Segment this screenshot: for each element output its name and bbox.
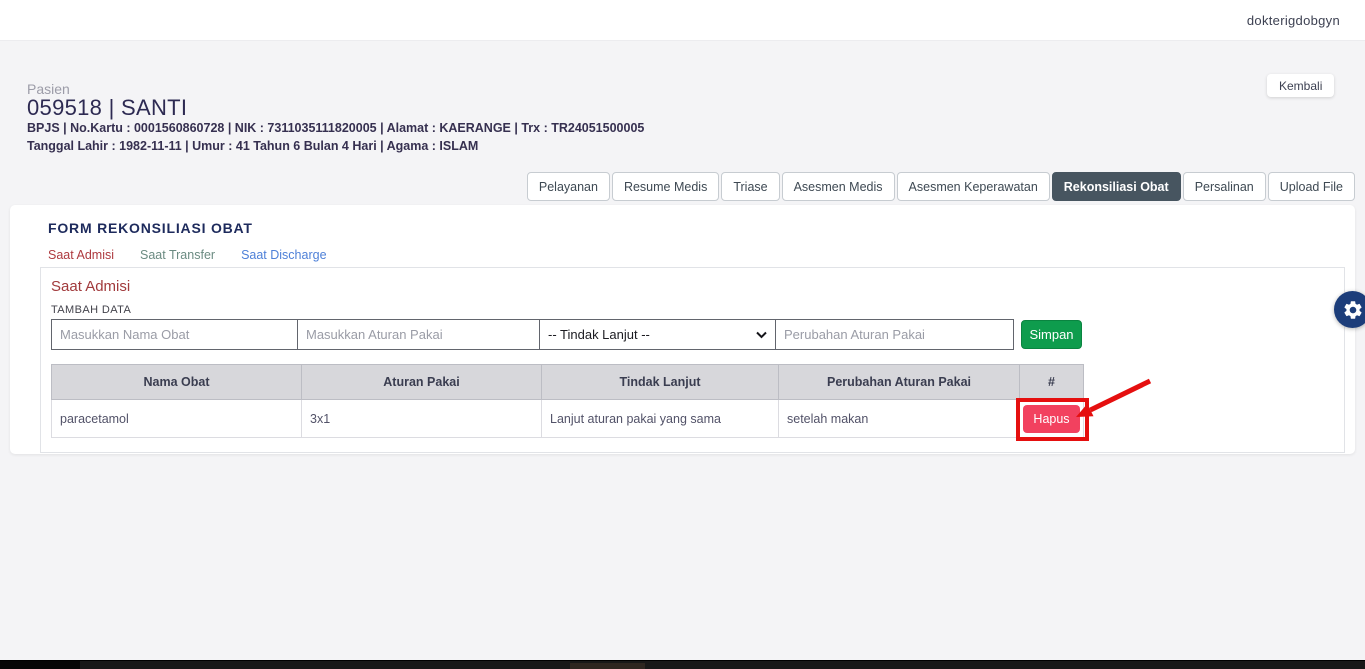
tab-asesmen-keperawatan[interactable]: Asesmen Keperawatan (897, 172, 1050, 201)
tab-resume-medis[interactable]: Resume Medis (612, 172, 719, 201)
tindak-lanjut-select-wrap: -- Tindak Lanjut -- (539, 319, 776, 350)
back-button[interactable]: Kembali (1267, 74, 1334, 97)
top-navbar (0, 0, 1365, 41)
table-row: paracetamol 3x1 Lanjut aturan pakai yang… (52, 400, 1084, 438)
gear-icon (1342, 299, 1364, 321)
obat-table: Nama Obat Aturan Pakai Tindak Lanjut Per… (51, 364, 1084, 438)
cell-action: Hapus (1020, 400, 1084, 438)
tambah-data-label: TAMBAH DATA (51, 304, 131, 316)
subtab-saat-admisi[interactable]: Saat Admisi (48, 248, 114, 262)
form-title: FORM REKONSILIASI OBAT (48, 220, 253, 236)
col-header-aturan-pakai: Aturan Pakai (302, 365, 542, 400)
tindak-lanjut-select[interactable]: -- Tindak Lanjut -- (539, 319, 776, 350)
subtab-saat-transfer[interactable]: Saat Transfer (140, 248, 215, 262)
tab-pelayanan[interactable]: Pelayanan (527, 172, 610, 201)
bottom-taskbar-edge (0, 660, 1365, 669)
perubahan-aturan-pakai-input[interactable] (775, 319, 1014, 350)
cell-tindak-lanjut: Lanjut aturan pakai yang sama (542, 400, 779, 438)
col-header-nama-obat: Nama Obat (52, 365, 302, 400)
col-header-action: # (1020, 365, 1084, 400)
rekonsiliasi-subtabs: Saat Admisi Saat Transfer Saat Discharge (48, 248, 327, 262)
subtab-saat-discharge[interactable]: Saat Discharge (241, 248, 326, 262)
hapus-button[interactable]: Hapus (1023, 405, 1080, 433)
aturan-pakai-input[interactable] (297, 319, 540, 350)
col-header-perubahan: Perubahan Aturan Pakai (779, 365, 1020, 400)
logged-in-username[interactable]: dokterigdobgyn (1247, 13, 1340, 28)
tambah-data-input-row: -- Tindak Lanjut -- (51, 319, 1014, 350)
cell-aturan-pakai: 3x1 (302, 400, 542, 438)
tab-upload-file[interactable]: Upload File (1268, 172, 1355, 201)
patient-id-name: 059518 | SANTI (27, 95, 187, 121)
taskbar-segment-center (570, 663, 645, 669)
rekonsiliasi-obat-card: FORM REKONSILIASI OBAT Saat Admisi Saat … (10, 205, 1355, 454)
tab-asesmen-medis[interactable]: Asesmen Medis (782, 172, 895, 201)
tab-persalinan[interactable]: Persalinan (1183, 172, 1266, 201)
cell-perubahan: setelah makan (779, 400, 1020, 438)
table-header-row: Nama Obat Aturan Pakai Tindak Lanjut Per… (52, 365, 1084, 400)
col-header-tindak-lanjut: Tindak Lanjut (542, 365, 779, 400)
app: dokterigdobgyn Pasien 059518 | SANTI BPJ… (0, 0, 1365, 669)
main-tabs: Pelayanan Resume Medis Triase Asesmen Me… (527, 172, 1355, 201)
tab-triase[interactable]: Triase (721, 172, 779, 201)
simpan-button[interactable]: Simpan (1021, 320, 1082, 349)
taskbar-segment-left (0, 661, 80, 669)
patient-info-line2: Tanggal Lahir : 1982-11-11 | Umur : 41 T… (27, 139, 478, 153)
nama-obat-input[interactable] (51, 319, 298, 350)
patient-info-line1: BPJS | No.Kartu : 0001560860728 | NIK : … (27, 121, 644, 135)
settings-button[interactable] (1334, 291, 1365, 328)
saat-admisi-panel: Saat Admisi TAMBAH DATA -- Tindak Lanjut… (40, 267, 1345, 453)
tab-rekonsiliasi-obat[interactable]: Rekonsiliasi Obat (1052, 172, 1181, 201)
section-title: Saat Admisi (51, 278, 130, 295)
cell-nama-obat: paracetamol (52, 400, 302, 438)
